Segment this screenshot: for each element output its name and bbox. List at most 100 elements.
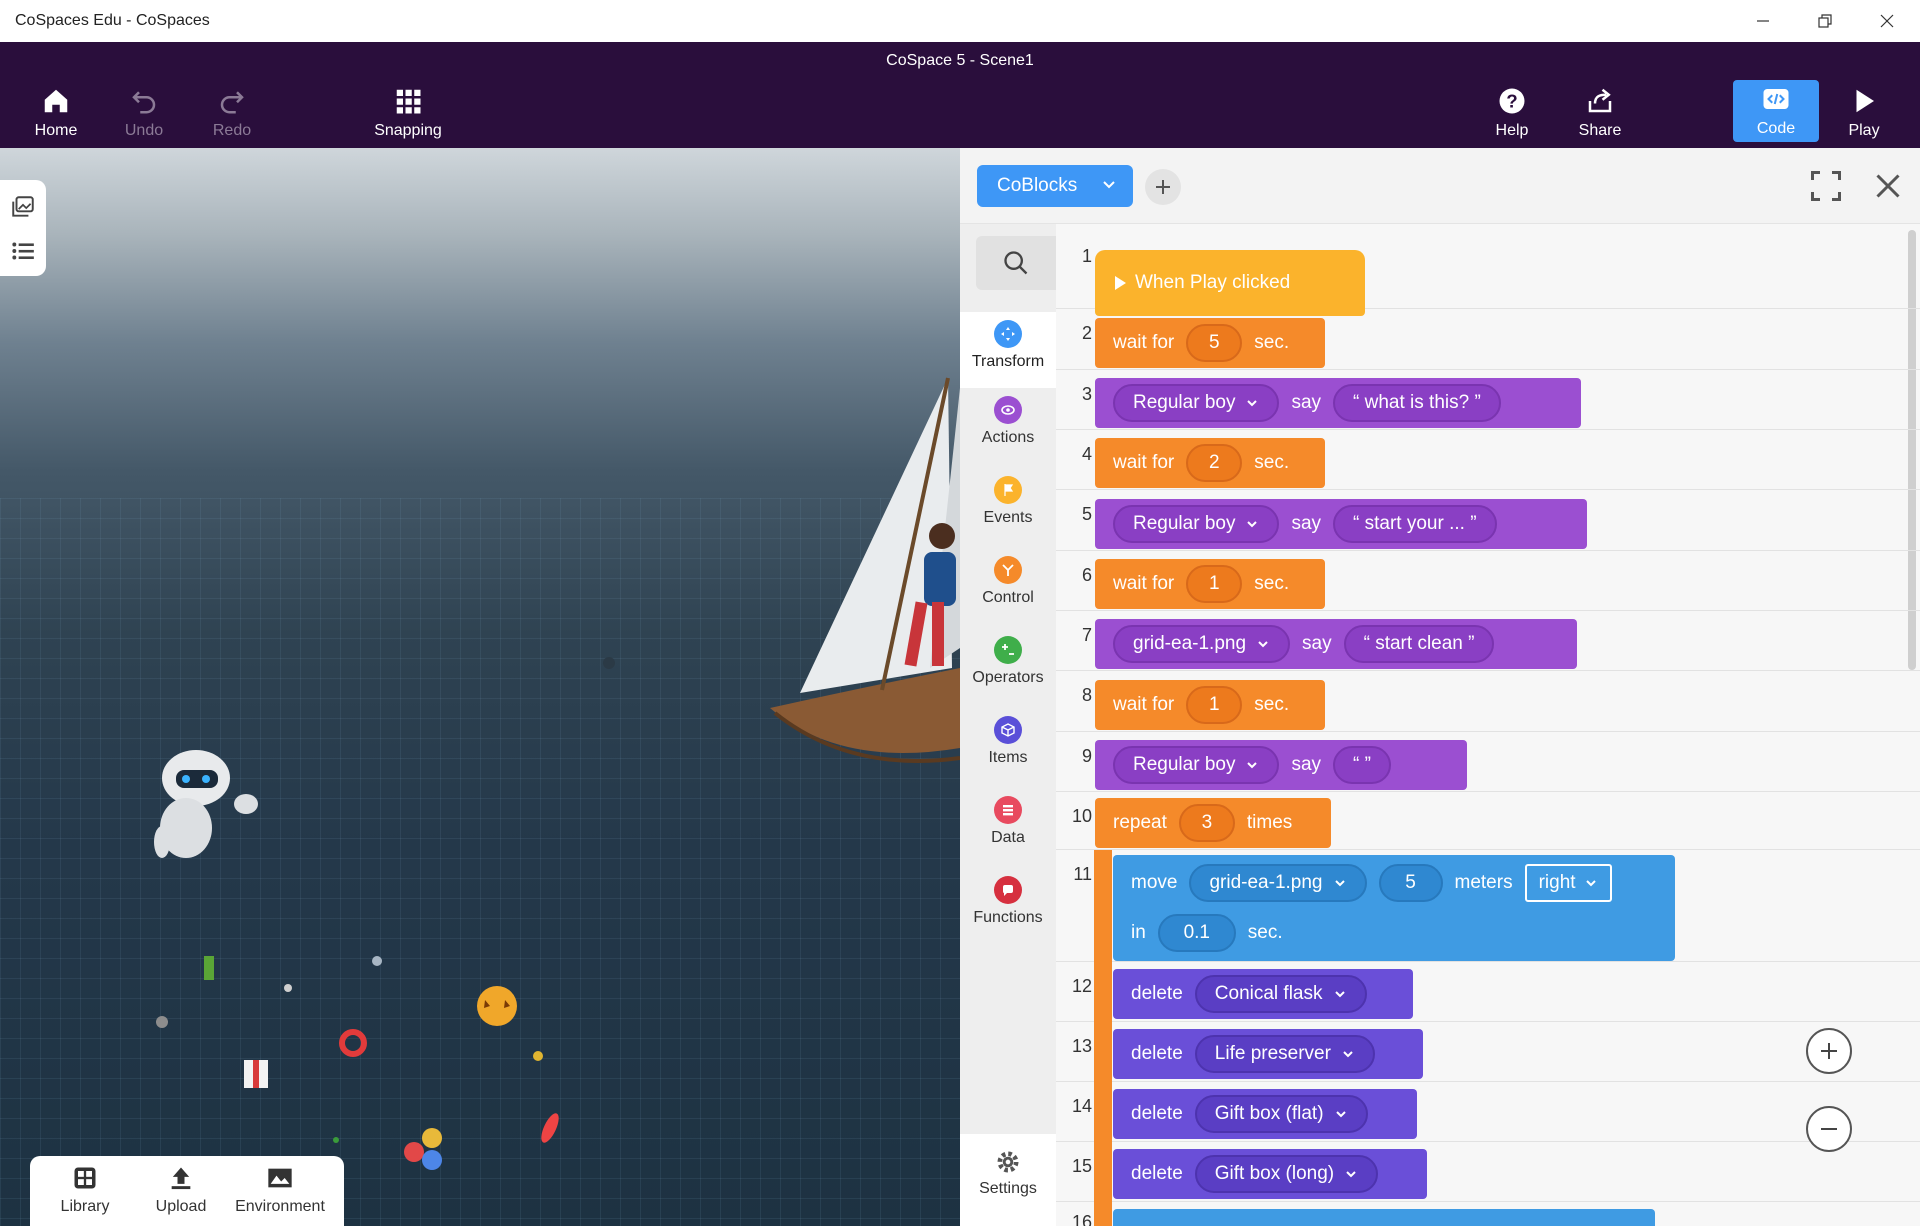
delete-block[interactable]: delete Conical flask (1113, 969, 1413, 1019)
wait-block[interactable]: wait for 1 sec. (1095, 559, 1325, 609)
category-data[interactable]: Data (960, 796, 1056, 847)
bottle-object[interactable] (284, 984, 292, 992)
text-input[interactable]: “ start your ... ” (1333, 505, 1497, 543)
list-icon[interactable] (10, 238, 36, 264)
repeat-block[interactable]: repeat 3 times (1095, 798, 1331, 848)
item-dropdown[interactable]: grid-ea-1.png (1113, 625, 1291, 663)
line-number: 4 (1081, 444, 1092, 464)
editor-type-dropdown[interactable]: CoBlocks (977, 165, 1133, 207)
chevron-down-icon (1247, 521, 1258, 528)
flag-icon (994, 476, 1022, 504)
life-preserver-object[interactable] (339, 1029, 367, 1057)
environment-icon (268, 1168, 292, 1188)
duration-input[interactable]: 2 (1186, 444, 1243, 482)
duration-input[interactable]: 1 (1186, 686, 1243, 724)
category-transform[interactable]: Transform (960, 312, 1056, 388)
item-name: grid-ea-1.png (1209, 872, 1323, 893)
wait-block[interactable]: wait for 5 sec. (1095, 318, 1325, 368)
script-workspace[interactable]: 1 2 3 4 5 6 7 8 9 10 11 12 13 14 15 16 W… (1056, 224, 1920, 1226)
upload-button[interactable]: Upload (131, 1164, 231, 1216)
help-icon: ? (1499, 88, 1525, 114)
snapping-button[interactable]: Snapping (364, 82, 452, 144)
stone-object[interactable] (156, 1016, 168, 1028)
gift-box-object[interactable] (244, 1060, 268, 1088)
wait-block[interactable]: wait for 1 sec. (1095, 680, 1325, 730)
home-button[interactable]: Home (12, 82, 100, 144)
say-block[interactable]: grid-ea-1.png say “ start clean ” (1095, 619, 1577, 669)
redo-icon (220, 91, 244, 114)
wait-block[interactable]: wait for 2 sec. (1095, 438, 1325, 488)
category-items[interactable]: Items (960, 716, 1056, 767)
item-dropdown[interactable]: Gift box (long) (1194, 1155, 1379, 1193)
say-block[interactable]: Regular boy say “ what is this? ” (1095, 378, 1581, 428)
code-button[interactable]: Code (1733, 80, 1819, 142)
zoom-out-button[interactable] (1806, 1106, 1852, 1152)
category-events[interactable]: Events (960, 476, 1056, 527)
say-block[interactable]: Regular boy say “ ” (1095, 740, 1467, 790)
library-label: Library (60, 1198, 110, 1215)
direction-dropdown[interactable]: right (1524, 864, 1612, 902)
delete-block[interactable]: delete Gift box (long) (1113, 1149, 1427, 1199)
block-search-button[interactable] (976, 236, 1056, 290)
distance-input[interactable]: 5 (1378, 864, 1443, 902)
item-name: Conical flask (1214, 983, 1323, 1004)
minus-icon (1821, 1128, 1837, 1130)
conical-flask-object[interactable] (538, 1111, 562, 1145)
move-block[interactable]: move grid-ea-1.png 5 meters right in 0.1… (1113, 855, 1675, 961)
library-button[interactable]: Library (35, 1164, 135, 1216)
close-icon[interactable] (1870, 168, 1906, 204)
minimize-button[interactable] (1732, 0, 1794, 42)
item-dropdown[interactable]: Regular boy (1113, 505, 1280, 543)
item-dropdown[interactable]: Conical flask (1194, 975, 1367, 1013)
bird-object[interactable] (533, 1051, 543, 1061)
shark-fin-object[interactable] (603, 657, 615, 669)
balloons-object[interactable] (404, 1128, 442, 1170)
expand-icon[interactable] (1808, 168, 1844, 204)
item-dropdown[interactable]: grid-ea-1.png (1189, 864, 1367, 902)
add-script-button[interactable] (1145, 169, 1181, 205)
redo-button[interactable]: Redo (188, 82, 276, 144)
scene-viewport[interactable]: Library Upload Environment (0, 148, 960, 1226)
pumpkin-object[interactable] (477, 986, 517, 1026)
gallery-icon[interactable] (10, 194, 36, 220)
green-box-object[interactable] (204, 956, 214, 980)
help-button[interactable]: ? Help (1468, 82, 1556, 144)
small-plant-object[interactable] (333, 1137, 339, 1143)
item-dropdown[interactable]: Regular boy (1113, 384, 1280, 422)
text-input[interactable]: “ start clean ” (1343, 625, 1495, 663)
line-number: 14 (1071, 1096, 1092, 1116)
block-keyword: wait for (1113, 332, 1175, 353)
say-block[interactable]: Regular boy say “ start your ... ” (1095, 499, 1587, 549)
undo-button[interactable]: Undo (100, 82, 188, 144)
text-input[interactable]: “ ” (1333, 746, 1391, 784)
category-functions[interactable]: Functions (960, 876, 1056, 927)
category-operators[interactable]: Operators (960, 636, 1056, 687)
item-dropdown[interactable]: Life preserver (1194, 1035, 1375, 1073)
duration-input[interactable]: 5 (1186, 324, 1243, 362)
time-input[interactable]: 0.1 (1157, 914, 1236, 952)
delete-block[interactable]: delete Life preserver (1113, 1029, 1423, 1079)
category-label: Transform (971, 353, 1045, 370)
item-dropdown[interactable]: Gift box (flat) (1194, 1095, 1368, 1133)
transform-icon (994, 320, 1022, 348)
move-block-partial[interactable] (1113, 1209, 1655, 1226)
restore-button[interactable] (1794, 0, 1856, 42)
tree-object[interactable] (372, 956, 382, 966)
share-button[interactable]: Share (1556, 82, 1644, 144)
zoom-in-button[interactable] (1806, 1028, 1852, 1074)
when-play-clicked-block[interactable]: When Play clicked (1095, 250, 1365, 316)
settings-button[interactable]: Settings (960, 1134, 1056, 1226)
chevron-down-icon (1585, 880, 1596, 887)
delete-block[interactable]: delete Gift box (flat) (1113, 1089, 1417, 1139)
duration-input[interactable]: 1 (1186, 565, 1243, 603)
window-close-button[interactable] (1856, 0, 1918, 42)
category-control[interactable]: Control (960, 556, 1056, 607)
robot-object[interactable] (154, 750, 258, 858)
environment-button[interactable]: Environment (230, 1164, 330, 1216)
text-input[interactable]: “ what is this? ” (1333, 384, 1501, 422)
repeat-count-input[interactable]: 3 (1178, 804, 1235, 842)
restore-icon (1818, 14, 1832, 28)
item-dropdown[interactable]: Regular boy (1113, 746, 1280, 784)
play-button[interactable]: Play (1820, 82, 1908, 144)
category-actions[interactable]: Actions (960, 396, 1056, 447)
